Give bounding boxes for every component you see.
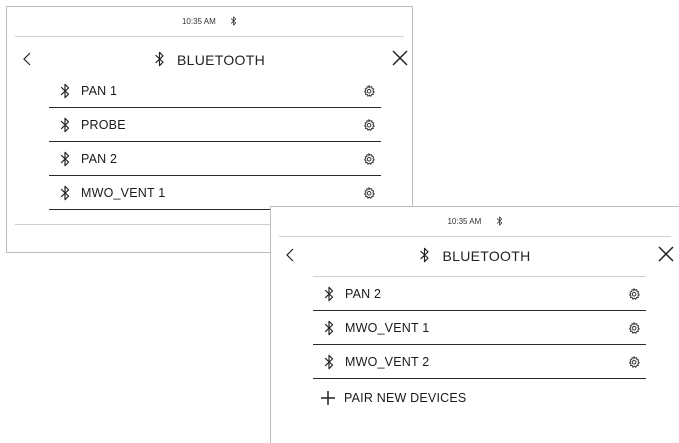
- close-icon: [658, 246, 674, 262]
- device-label: PAN 1: [81, 83, 118, 98]
- close-button[interactable]: [657, 245, 677, 265]
- device-label: PAN 2: [81, 151, 118, 166]
- divider: [15, 36, 404, 37]
- bluetooth-icon: [323, 354, 335, 370]
- plus-icon: [321, 391, 335, 405]
- close-button[interactable]: [391, 49, 411, 69]
- device-label: PROBE: [81, 117, 126, 132]
- list-item-device-3[interactable]: PAN 2: [49, 142, 381, 176]
- device-label: MWO_VENT 2: [345, 354, 430, 369]
- page-title: BLUETOOTH: [271, 247, 679, 266]
- bluetooth-icon: [59, 117, 71, 133]
- bluetooth-icon: [59, 185, 71, 201]
- bluetooth-icon: [154, 51, 165, 70]
- bluetooth-icon: [59, 83, 71, 99]
- device-label: MWO_VENT 1: [81, 185, 166, 200]
- pair-new-devices-button[interactable]: PAIR NEW DEVICES: [313, 381, 646, 415]
- list-item-device-1[interactable]: PAN 2: [313, 277, 646, 311]
- list-item-device-1[interactable]: PAN 1: [49, 74, 381, 108]
- bluetooth-icon: [323, 320, 335, 336]
- list-item-device-2[interactable]: PROBE: [49, 108, 381, 142]
- list-item-device-3[interactable]: MWO_VENT 2: [313, 345, 646, 379]
- device-label: PAN 2: [345, 286, 382, 301]
- page-title-text: BLUETOOTH: [442, 248, 531, 264]
- list-item-device-2[interactable]: MWO_VENT 1: [313, 311, 646, 345]
- pair-new-devices-label: PAIR NEW DEVICES: [344, 391, 467, 405]
- gear-icon[interactable]: [363, 85, 375, 97]
- gear-icon[interactable]: [363, 153, 375, 165]
- status-time: 10:35 AM: [447, 217, 482, 227]
- bluetooth-status-icon: [230, 16, 237, 28]
- close-icon: [392, 50, 408, 66]
- bluetooth-status-icon: [496, 216, 503, 228]
- gear-icon[interactable]: [628, 288, 640, 300]
- gear-icon[interactable]: [363, 187, 375, 199]
- gear-icon[interactable]: [628, 356, 640, 368]
- gear-icon[interactable]: [363, 119, 375, 131]
- status-bar: 10:35 AM: [7, 16, 412, 28]
- bluetooth-icon: [419, 247, 430, 266]
- list-item-device-4[interactable]: MWO_VENT 1: [49, 176, 381, 210]
- page-title: BLUETOOTH: [7, 51, 412, 70]
- divider: [279, 236, 671, 237]
- gear-icon[interactable]: [628, 322, 640, 334]
- page-title-text: BLUETOOTH: [176, 52, 265, 68]
- device-label: MWO_VENT 1: [345, 320, 430, 335]
- status-time: 10:35 AM: [181, 17, 216, 27]
- bluetooth-screen-2: 10:35 AM BLUETOOTH PAN 2 MWO_VENT 1 MWO_…: [270, 206, 679, 443]
- bluetooth-icon: [323, 286, 335, 302]
- status-bar: 10:35 AM: [271, 216, 679, 228]
- bluetooth-icon: [59, 151, 71, 167]
